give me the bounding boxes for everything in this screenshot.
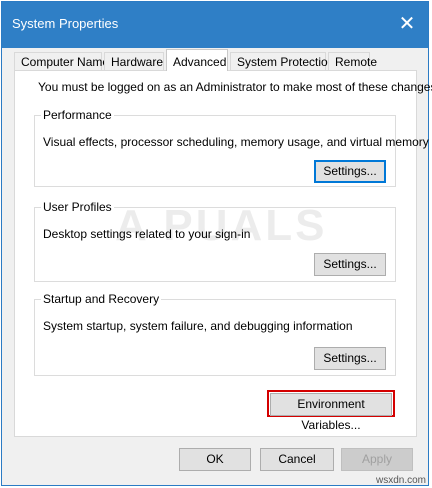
user-profiles-group: User Profiles Desktop settings related t… (34, 200, 396, 282)
title-bar[interactable]: System Properties ✕ (2, 2, 428, 48)
performance-description: Visual effects, processor scheduling, me… (43, 135, 429, 149)
window-title: System Properties (12, 16, 119, 31)
advanced-tab-panel: You must be logged on as an Administrato… (14, 70, 432, 437)
close-icon[interactable]: ✕ (394, 11, 420, 37)
startup-recovery-description: System startup, system failure, and debu… (43, 319, 353, 333)
performance-title: Performance (41, 108, 114, 122)
startup-recovery-settings-button[interactable]: Settings... (314, 347, 386, 370)
performance-settings-button[interactable]: Settings... (314, 160, 386, 183)
tab-system-protection[interactable]: System Protection (230, 52, 334, 70)
tab-advanced[interactable]: Advanced (166, 49, 228, 71)
tab-hardware[interactable]: Hardware (104, 52, 164, 70)
environment-variables-button[interactable]: Environment Variables... (270, 393, 392, 432)
tab-remote[interactable]: Remote (328, 52, 377, 70)
performance-group: Performance Visual effects, processor sc… (34, 108, 429, 187)
cancel-button[interactable]: Cancel (260, 448, 334, 471)
site-watermark: wsxdn.com (375, 475, 426, 486)
user-profiles-settings-button[interactable]: Settings... (314, 253, 386, 276)
admin-notice: You must be logged on as an Administrato… (38, 80, 432, 94)
user-profiles-description: Desktop settings related to your sign-in (43, 227, 251, 241)
ok-button[interactable]: OK (179, 448, 251, 471)
startup-recovery-group: Startup and Recovery System startup, sys… (34, 292, 396, 376)
system-properties-window: System Properties ✕ Computer Name Hardwa… (1, 1, 432, 486)
startup-recovery-title: Startup and Recovery (41, 292, 162, 306)
tab-computer-name[interactable]: Computer Name (14, 52, 109, 70)
user-profiles-title: User Profiles (41, 200, 114, 214)
apply-button[interactable]: Apply (341, 448, 413, 471)
